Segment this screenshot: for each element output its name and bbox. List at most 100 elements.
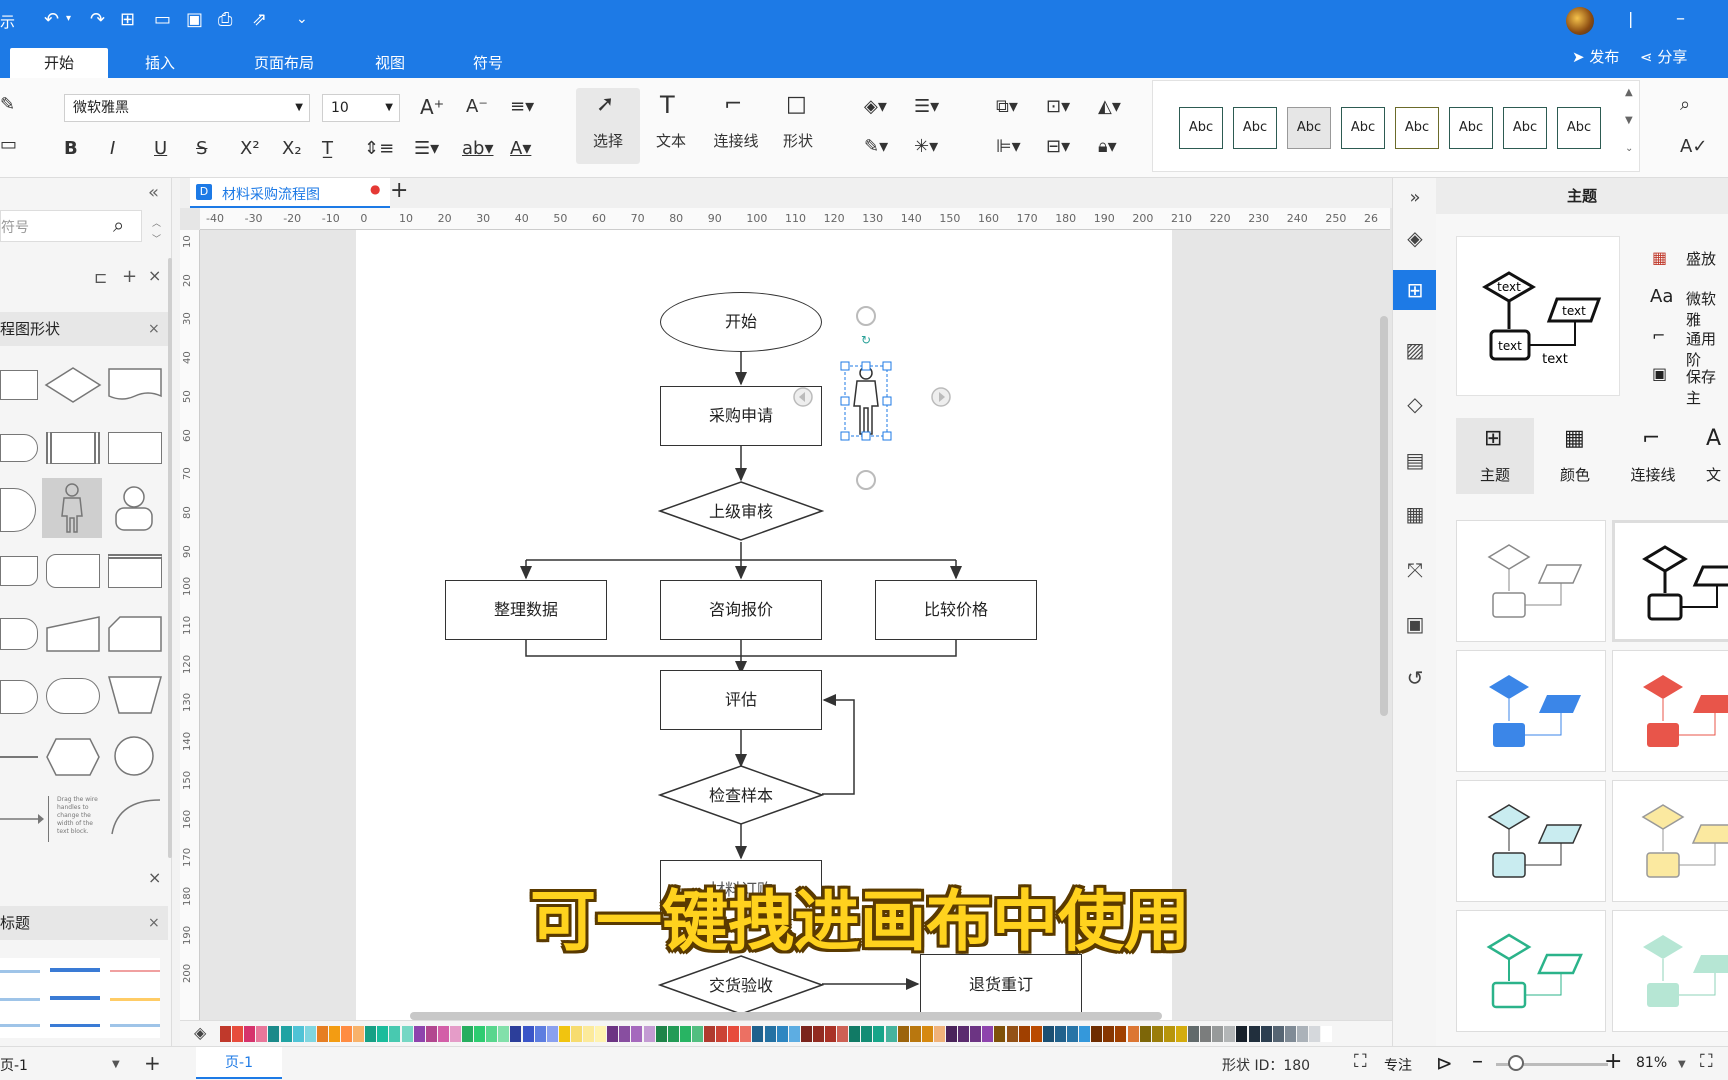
shape-connector-circle[interactable] bbox=[112, 734, 156, 778]
line-color-icon[interactable]: ✎▾ bbox=[864, 136, 888, 158]
color-swatch[interactable] bbox=[1284, 1026, 1296, 1042]
new-file-icon[interactable]: ⊞ bbox=[120, 9, 135, 30]
superscript-icon[interactable]: X² bbox=[240, 138, 260, 160]
color-swatch[interactable] bbox=[885, 1026, 897, 1042]
current-theme-preview[interactable]: text text text text bbox=[1456, 236, 1620, 396]
scroll-up-icon[interactable]: ︿ bbox=[152, 216, 161, 229]
color-swatch[interactable] bbox=[607, 1026, 619, 1042]
undo-icon[interactable]: ↶ bbox=[44, 9, 59, 30]
shape-display[interactable] bbox=[46, 678, 100, 714]
chevron-down-icon[interactable]: ▼ bbox=[1678, 1059, 1686, 1070]
font-size-select[interactable]: 10 ▼ bbox=[322, 94, 400, 122]
color-swatch[interactable] bbox=[1030, 1026, 1042, 1042]
subtab-theme[interactable]: ⊞ 主题 bbox=[1456, 418, 1534, 494]
shape-decision[interactable] bbox=[44, 366, 102, 404]
shape-predefined-process[interactable] bbox=[46, 432, 100, 464]
color-swatch[interactable] bbox=[1091, 1026, 1103, 1042]
color-swatch[interactable] bbox=[1151, 1026, 1163, 1042]
arrow-down-icon[interactable] bbox=[856, 470, 876, 490]
subtab-color[interactable]: ▦ 颜色 bbox=[1536, 418, 1614, 494]
color-swatch[interactable] bbox=[474, 1026, 486, 1042]
subtab-text[interactable]: A 文 bbox=[1694, 418, 1728, 494]
shape-stored-data[interactable] bbox=[0, 556, 38, 586]
color-swatch[interactable] bbox=[232, 1026, 244, 1042]
color-swatch[interactable] bbox=[328, 1026, 340, 1042]
color-swatch[interactable] bbox=[1018, 1026, 1030, 1042]
distribute-icon[interactable]: ⊟▾ bbox=[1046, 136, 1070, 158]
style-preset[interactable]: Abc bbox=[1449, 107, 1493, 149]
color-swatch[interactable] bbox=[691, 1026, 703, 1042]
color-swatch[interactable] bbox=[837, 1026, 849, 1042]
color-swatch[interactable] bbox=[425, 1026, 437, 1042]
color-swatch[interactable] bbox=[1006, 1026, 1018, 1042]
gallery-down-icon[interactable]: ▼ bbox=[1625, 115, 1633, 126]
color-swatch[interactable] bbox=[256, 1026, 268, 1042]
color-swatch[interactable] bbox=[728, 1026, 740, 1042]
color-swatch[interactable] bbox=[1127, 1026, 1139, 1042]
color-swatch[interactable] bbox=[655, 1026, 667, 1042]
color-swatch[interactable] bbox=[377, 1026, 389, 1042]
color-swatch[interactable] bbox=[825, 1026, 836, 1042]
open-folder-icon[interactable]: ▭ bbox=[154, 9, 171, 30]
canvas-horizontal-scrollbar[interactable] bbox=[410, 1012, 1162, 1020]
theme-thumbnail-selected[interactable] bbox=[1612, 520, 1728, 642]
color-swatch[interactable] bbox=[800, 1026, 812, 1042]
color-swatch[interactable] bbox=[304, 1026, 316, 1042]
color-swatch[interactable] bbox=[1212, 1026, 1224, 1042]
color-swatch[interactable] bbox=[994, 1026, 1006, 1042]
layers-icon[interactable]: ◇ bbox=[1403, 392, 1427, 416]
shape-arc[interactable] bbox=[108, 794, 164, 838]
color-swatch[interactable] bbox=[1115, 1026, 1127, 1042]
color-swatch[interactable] bbox=[740, 1026, 752, 1042]
focus-label[interactable]: 专注 bbox=[1384, 1055, 1412, 1075]
color-swatch[interactable] bbox=[510, 1026, 522, 1042]
page-icon[interactable]: ▤ bbox=[1403, 448, 1427, 472]
color-swatch[interactable] bbox=[631, 1026, 643, 1042]
select-tool-button[interactable]: ➚ 选择 bbox=[576, 88, 640, 164]
arrange-icon[interactable]: ⧉▾ bbox=[996, 96, 1018, 118]
shape-circle-partial[interactable] bbox=[0, 488, 36, 532]
underline-icon[interactable]: U bbox=[154, 138, 167, 160]
data-icon[interactable]: ▦ bbox=[1403, 502, 1427, 526]
shape-tool-button[interactable]: □ 形状 bbox=[768, 88, 828, 164]
color-swatch[interactable] bbox=[365, 1026, 377, 1042]
color-swatch[interactable] bbox=[1248, 1026, 1260, 1042]
page-select[interactable]: 页-1 bbox=[0, 1055, 28, 1075]
tab-symbol[interactable]: 符号 bbox=[460, 48, 516, 78]
color-swatch[interactable] bbox=[1272, 1026, 1284, 1042]
style-preset[interactable]: Abc bbox=[1395, 107, 1439, 149]
color-swatch[interactable] bbox=[716, 1026, 728, 1042]
shape-display-partial[interactable] bbox=[0, 680, 38, 714]
font-family-select[interactable]: 微软雅黑 ▼ bbox=[64, 94, 310, 122]
tab-view[interactable]: 视图 bbox=[362, 48, 418, 78]
undo-dropdown-icon[interactable]: ▾ bbox=[66, 13, 71, 24]
flip-icon[interactable]: ◭▾ bbox=[1098, 96, 1121, 118]
theme-thumbnail[interactable] bbox=[1456, 910, 1606, 1032]
expand-panel-icon[interactable]: » bbox=[1403, 186, 1427, 210]
find-icon[interactable]: ⌕ bbox=[1680, 94, 1690, 116]
theme-option-font[interactable]: 微软雅 bbox=[1686, 288, 1728, 330]
theme-thumbnail[interactable] bbox=[1456, 520, 1606, 642]
zoom-out-icon[interactable]: – bbox=[1472, 1049, 1483, 1074]
increase-font-icon[interactable]: A⁺ bbox=[420, 96, 444, 118]
shape-annotation[interactable]: Drag the wire handles to change the widt… bbox=[48, 796, 98, 842]
collapse-panel-icon[interactable]: « bbox=[148, 182, 159, 203]
strikethrough-icon[interactable]: S bbox=[196, 138, 207, 160]
redo-icon[interactable]: ↷ bbox=[90, 9, 105, 30]
shape-actor-highlighted[interactable] bbox=[42, 478, 102, 538]
fill-bucket-icon[interactable]: ◈ bbox=[1403, 226, 1427, 250]
color-swatch[interactable] bbox=[897, 1026, 909, 1042]
paste-icon[interactable]: ▭ bbox=[0, 134, 17, 156]
color-swatch[interactable] bbox=[1200, 1026, 1212, 1042]
color-swatch[interactable] bbox=[921, 1026, 933, 1042]
color-swatch[interactable] bbox=[1079, 1026, 1091, 1042]
search-input[interactable]: 符号 ⌕ bbox=[0, 210, 142, 242]
color-swatch[interactable] bbox=[534, 1026, 546, 1042]
close-icon[interactable]: × bbox=[148, 906, 160, 940]
shape-delay[interactable] bbox=[46, 554, 100, 588]
fit-icon[interactable]: ⤧ bbox=[1403, 558, 1427, 582]
add-icon[interactable]: + bbox=[122, 266, 137, 287]
shape-manual-operation[interactable] bbox=[106, 674, 164, 716]
shape-preparation[interactable] bbox=[44, 736, 102, 778]
flow-organize-data[interactable]: 整理数据 bbox=[445, 580, 607, 640]
